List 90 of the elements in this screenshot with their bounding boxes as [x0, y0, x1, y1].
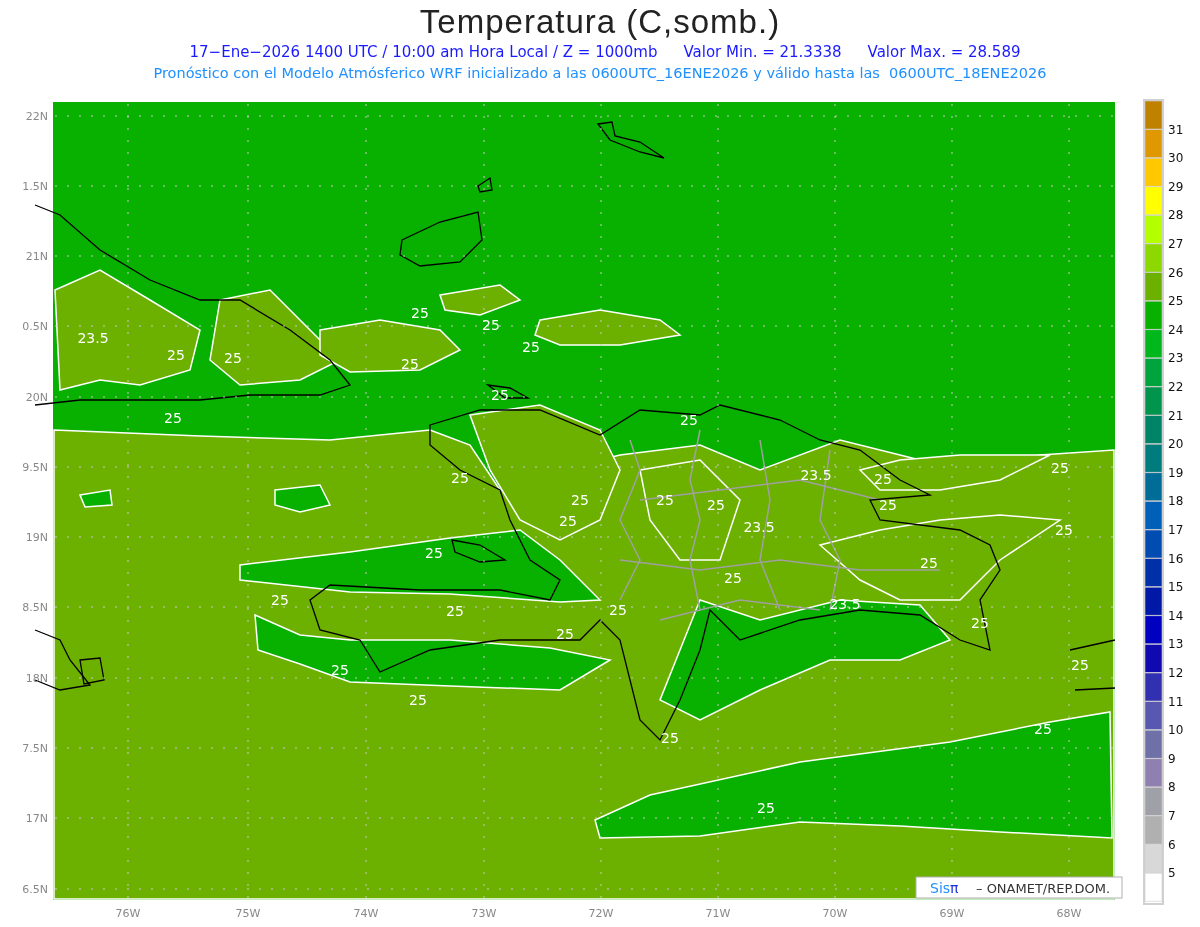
chart-title: Temperatura (C,somb.) — [419, 2, 781, 42]
contour-label: 25 — [401, 356, 419, 372]
colorbar-label: 17 — [1168, 523, 1184, 537]
contour-label: 25 — [522, 339, 540, 355]
credit-text: – ONAMET/REP.DOM. — [976, 881, 1111, 896]
colorbar-label: 20 — [1168, 437, 1184, 452]
valid-time-text: 17−Ene−2026 1400 UTC / 10:00 am Hora Local / Z = 1000mb — [189, 42, 658, 62]
contour-label: 25 — [331, 662, 349, 678]
contour-label: 25 — [609, 602, 627, 618]
contour-label: 25 — [1055, 522, 1073, 538]
contour-label: 25 — [680, 412, 698, 428]
latitude-label: 19N — [25, 531, 48, 544]
colorbar-label: 10 — [1168, 723, 1184, 738]
longitude-label: 71W — [705, 907, 731, 920]
latitude-label: 0.5N — [22, 320, 48, 333]
colorbar-label: 29 — [1168, 179, 1184, 194]
longitude-label: 74W — [353, 907, 379, 920]
colorbar-label: 19 — [1168, 465, 1184, 480]
colorbar-label: 18 — [1168, 494, 1184, 509]
contour-label: 25 — [451, 470, 469, 486]
contour-label: 23.5 — [829, 596, 861, 612]
contour-label: 25 — [409, 692, 427, 708]
contour-label: 25 — [482, 317, 500, 333]
colorbar-label: 22 — [1168, 380, 1184, 394]
contour-label: 23.5 — [800, 467, 832, 483]
contour-label: 25 — [920, 555, 938, 571]
colorbar-label: 11 — [1168, 694, 1184, 709]
colorbar-label: 12 — [1168, 666, 1184, 680]
latitude-label: 8.5N — [22, 601, 48, 614]
colorbar-label: 21 — [1168, 408, 1184, 423]
contour-label: 25 — [224, 350, 242, 366]
contour-label: 25 — [656, 492, 674, 508]
colorbar-label: 30 — [1168, 151, 1184, 166]
longitude-label: 68W — [1056, 907, 1082, 920]
contour-label: 25 — [1051, 460, 1069, 476]
colorbar-label: 15 — [1168, 580, 1184, 595]
contour-label: 25 — [879, 497, 897, 513]
latitude-label: 6.5N — [22, 883, 48, 896]
contour-label: 25 — [446, 603, 464, 619]
contour-label: 25 — [571, 492, 589, 508]
latitude-label: 1.5N — [22, 180, 48, 193]
contour-label: 25 — [556, 626, 574, 642]
longitude-label: 69W — [939, 907, 965, 920]
contour-label: 25 — [1071, 657, 1089, 673]
longitude-label: 73W — [471, 907, 497, 920]
contour-label: 23.5 — [77, 330, 109, 346]
colorbar-label: 28 — [1168, 208, 1184, 223]
colorbar-label: 13 — [1168, 637, 1184, 652]
colorbar-label: 25 — [1168, 294, 1184, 309]
latitude-label: 9.5N — [22, 461, 48, 474]
contour-label: 25 — [707, 497, 725, 513]
colorbar-label: 5 — [1168, 866, 1176, 881]
min-value-text: Valor Min. = 21.3338 — [683, 42, 842, 62]
longitude-label: 70W — [822, 907, 848, 920]
contour-label: 25 — [271, 592, 289, 608]
colorbar-label: 7 — [1168, 809, 1176, 823]
latitude-label: 20N — [25, 391, 48, 404]
logo-text: Sisπ — [930, 880, 959, 896]
contour-label: 23.5 — [743, 519, 775, 535]
colorbar-label: 16 — [1168, 551, 1184, 566]
contour-label: 25 — [167, 347, 185, 363]
longitude-label: 75W — [235, 907, 261, 920]
colorbar-label: 9 — [1168, 751, 1176, 766]
latitude-label: 7.5N — [22, 742, 48, 755]
colorbar-label: 26 — [1168, 265, 1184, 280]
latitude-label: 17N — [25, 812, 48, 825]
contour-label: 25 — [411, 305, 429, 321]
contour-label: 25 — [559, 513, 577, 529]
colorbar-label: 31 — [1168, 122, 1184, 137]
contour-label: 25 — [874, 471, 892, 487]
contour-label: 25 — [164, 410, 182, 426]
colorbar-label: 14 — [1168, 608, 1184, 623]
colorbar-label: 23 — [1168, 351, 1184, 366]
contour-label: 25 — [724, 570, 742, 586]
colorbar-label: 8 — [1168, 780, 1176, 795]
forecast-text: Pronóstico con el Modelo Atmósferico WRF inicializado a las 0600UTC_16ENE2026 y válido hasta las 0600UTC_18ENE2026 — [153, 64, 1047, 83]
contour-label: 25 — [425, 545, 443, 561]
latitude-label: 22N — [25, 110, 48, 123]
latitude-label: 18N — [25, 672, 48, 685]
colorbar-label: 6 — [1168, 837, 1176, 852]
contour-label: 25 — [757, 800, 775, 816]
colorbar-label: 24 — [1168, 322, 1184, 337]
latitude-label: 21N — [25, 250, 48, 263]
longitude-label: 72W — [588, 907, 614, 920]
longitude-label: 76W — [115, 907, 141, 920]
max-value-text: Valor Max. = 28.589 — [867, 42, 1021, 62]
contour-label: 25 — [491, 387, 509, 403]
contour-label: 25 — [661, 730, 679, 746]
contour-label: 25 — [971, 615, 989, 631]
colorbar-label: 27 — [1168, 237, 1184, 251]
